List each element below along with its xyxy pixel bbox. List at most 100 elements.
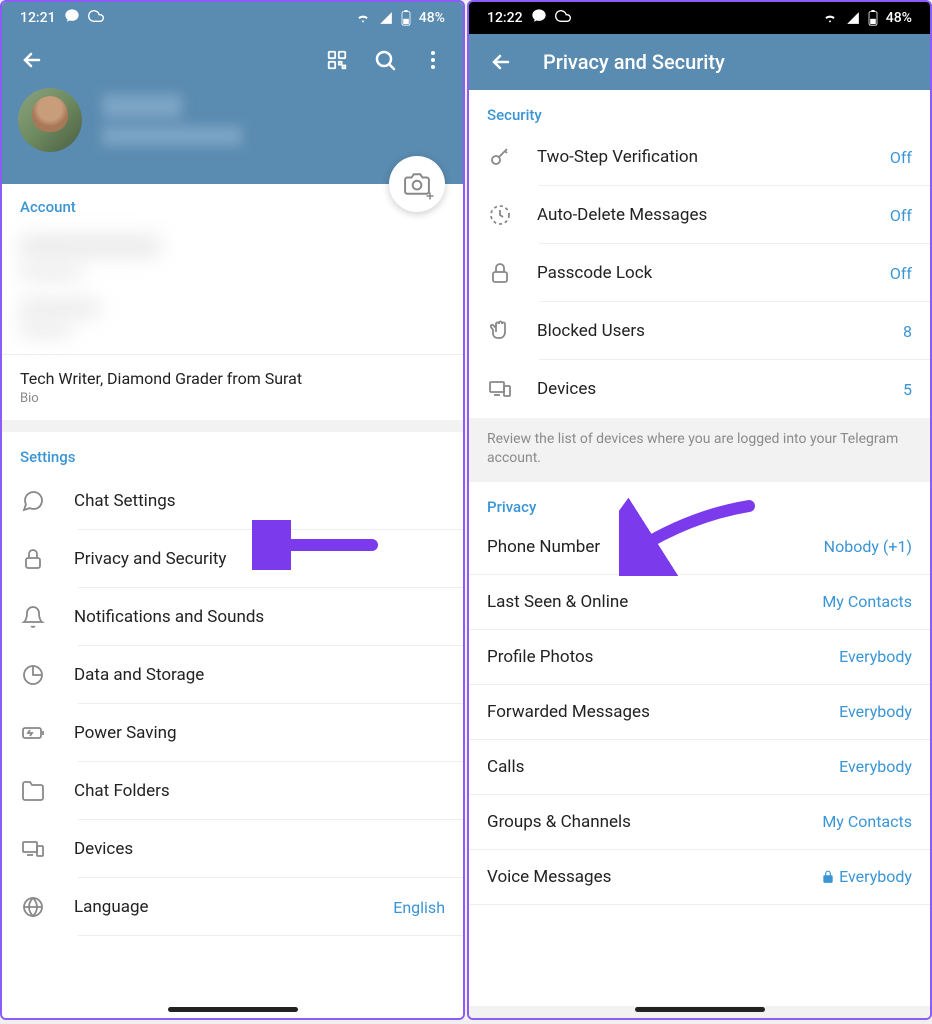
phone-settings-screen: 12:21 48%: [0, 0, 465, 1020]
back-button[interactable]: [18, 46, 46, 74]
privacy-item-value: Nobody (+1): [824, 537, 912, 556]
settings-item-chat-settings[interactable]: Chat Settings: [2, 472, 463, 530]
privacy-item-label: Calls: [487, 757, 524, 777]
battery-charging-icon: [20, 720, 46, 746]
security-item-label: Auto-Delete Messages: [537, 205, 866, 225]
security-item-value: 5: [903, 380, 912, 399]
privacy-item-label: Last Seen & Online: [487, 592, 628, 612]
privacy-item-label: Groups & Channels: [487, 812, 631, 832]
settings-item-devices[interactable]: Devices: [2, 820, 463, 878]
security-item-value: Off: [890, 264, 912, 283]
page-header: Privacy and Security: [469, 34, 930, 90]
battery-percent: 48%: [419, 10, 445, 26]
page-title: Privacy and Security: [543, 50, 725, 74]
avatar[interactable]: [18, 88, 82, 152]
security-item-label: Two-Step Verification: [537, 147, 866, 167]
privacy-section-header: Privacy: [469, 482, 930, 520]
security-item-passcode-lock[interactable]: Passcode Lock Off: [469, 244, 930, 302]
privacy-item-phone-number[interactable]: Phone Number Nobody (+1): [469, 520, 930, 575]
settings-item-chat-folders[interactable]: Chat Folders: [2, 762, 463, 820]
account-section: Account Tech Writer, Diamond Grader from…: [2, 184, 463, 432]
privacy-item-last-seen[interactable]: Last Seen & Online My Contacts: [469, 575, 930, 630]
settings-item-data-storage[interactable]: Data and Storage: [2, 646, 463, 704]
profile-name-redacted: [102, 94, 242, 146]
folder-icon: [20, 778, 46, 804]
status-time: 12:22: [487, 10, 523, 26]
lock-icon: [487, 261, 513, 285]
status-time: 12:21: [20, 10, 56, 26]
privacy-item-value: Everybody: [821, 867, 912, 886]
profile-header: [2, 34, 463, 184]
security-item-label: Passcode Lock: [537, 263, 866, 283]
security-item-label: Devices: [537, 379, 879, 399]
privacy-item-groups-channels[interactable]: Groups & Channels My Contacts: [469, 795, 930, 850]
settings-item-label: Power Saving: [74, 723, 445, 743]
privacy-section: Privacy Phone Number Nobody (+1) Last Se…: [469, 482, 930, 1006]
privacy-item-value: Everybody: [839, 757, 912, 776]
timer-icon: [487, 203, 513, 227]
lock-icon: [821, 870, 835, 884]
home-indicator: [635, 1007, 765, 1012]
settings-item-label: Language: [74, 897, 365, 917]
privacy-item-voice-messages[interactable]: Voice Messages Everybody: [469, 850, 930, 905]
privacy-item-forwarded-messages[interactable]: Forwarded Messages Everybody: [469, 685, 930, 740]
phone-privacy-screen: 12:22 48% Privacy and Security Security …: [467, 0, 932, 1020]
more-menu-button[interactable]: [419, 46, 447, 74]
account-info-redacted[interactable]: [2, 222, 463, 355]
settings-item-privacy-security[interactable]: Privacy and Security: [2, 530, 463, 588]
settings-item-label: Chat Folders: [74, 781, 445, 801]
security-item-auto-delete[interactable]: Auto-Delete Messages Off: [469, 186, 930, 244]
devices-icon: [487, 377, 513, 401]
security-item-devices[interactable]: Devices 5: [469, 360, 930, 418]
qr-code-button[interactable]: [323, 46, 351, 74]
settings-item-label: Data and Storage: [74, 665, 445, 685]
key-icon: [487, 145, 513, 169]
settings-item-label: Notifications and Sounds: [74, 607, 445, 627]
settings-item-label: Devices: [74, 839, 445, 859]
security-item-blocked-users[interactable]: Blocked Users 8: [469, 302, 930, 360]
security-item-value: Off: [890, 206, 912, 225]
chat-indicator-icon: [64, 8, 80, 28]
settings-item-notifications[interactable]: Notifications and Sounds: [2, 588, 463, 646]
wifi-icon: [822, 10, 838, 26]
settings-section-header: Settings: [2, 432, 463, 472]
privacy-item-label: Forwarded Messages: [487, 702, 650, 722]
battery-icon: [868, 10, 878, 26]
settings-item-label: Privacy and Security: [74, 549, 445, 569]
settings-item-value: English: [393, 898, 445, 917]
settings-list: Settings Chat Settings Privacy and Secur…: [2, 432, 463, 1018]
search-button[interactable]: [371, 46, 399, 74]
privacy-item-profile-photos[interactable]: Profile Photos Everybody: [469, 630, 930, 685]
security-section: Security Two-Step Verification Off Auto-…: [469, 90, 930, 418]
privacy-item-value: Everybody: [839, 647, 912, 666]
security-item-label: Blocked Users: [537, 321, 879, 341]
pie-chart-icon: [20, 662, 46, 688]
settings-item-label: Chat Settings: [74, 491, 445, 511]
lock-icon: [20, 546, 46, 572]
battery-percent: 48%: [886, 10, 912, 26]
status-bar: 12:22 48%: [469, 2, 930, 34]
privacy-item-calls[interactable]: Calls Everybody: [469, 740, 930, 795]
cloud-indicator-icon: [88, 8, 104, 28]
bio-label: Bio: [20, 391, 445, 406]
privacy-item-value: My Contacts: [822, 812, 912, 831]
cloud-indicator-icon: [555, 8, 571, 28]
chat-indicator-icon: [531, 8, 547, 28]
back-button[interactable]: [487, 48, 515, 76]
privacy-item-label: Phone Number: [487, 537, 600, 557]
devices-footer-note: Review the list of devices where you are…: [469, 418, 930, 482]
settings-item-language[interactable]: Language English: [2, 878, 463, 936]
bio-row[interactable]: Tech Writer, Diamond Grader from Surat B…: [2, 355, 463, 420]
security-item-value: 8: [903, 322, 912, 341]
security-item-value: Off: [890, 148, 912, 167]
bell-icon: [20, 604, 46, 630]
security-item-two-step[interactable]: Two-Step Verification Off: [469, 128, 930, 186]
security-section-header: Security: [469, 90, 930, 128]
settings-item-power-saving[interactable]: Power Saving: [2, 704, 463, 762]
change-photo-button[interactable]: [389, 156, 445, 212]
hand-icon: [487, 319, 513, 343]
wifi-icon: [355, 10, 371, 26]
signal-icon: [846, 11, 860, 25]
privacy-item-value: Everybody: [839, 702, 912, 721]
globe-icon: [20, 894, 46, 920]
